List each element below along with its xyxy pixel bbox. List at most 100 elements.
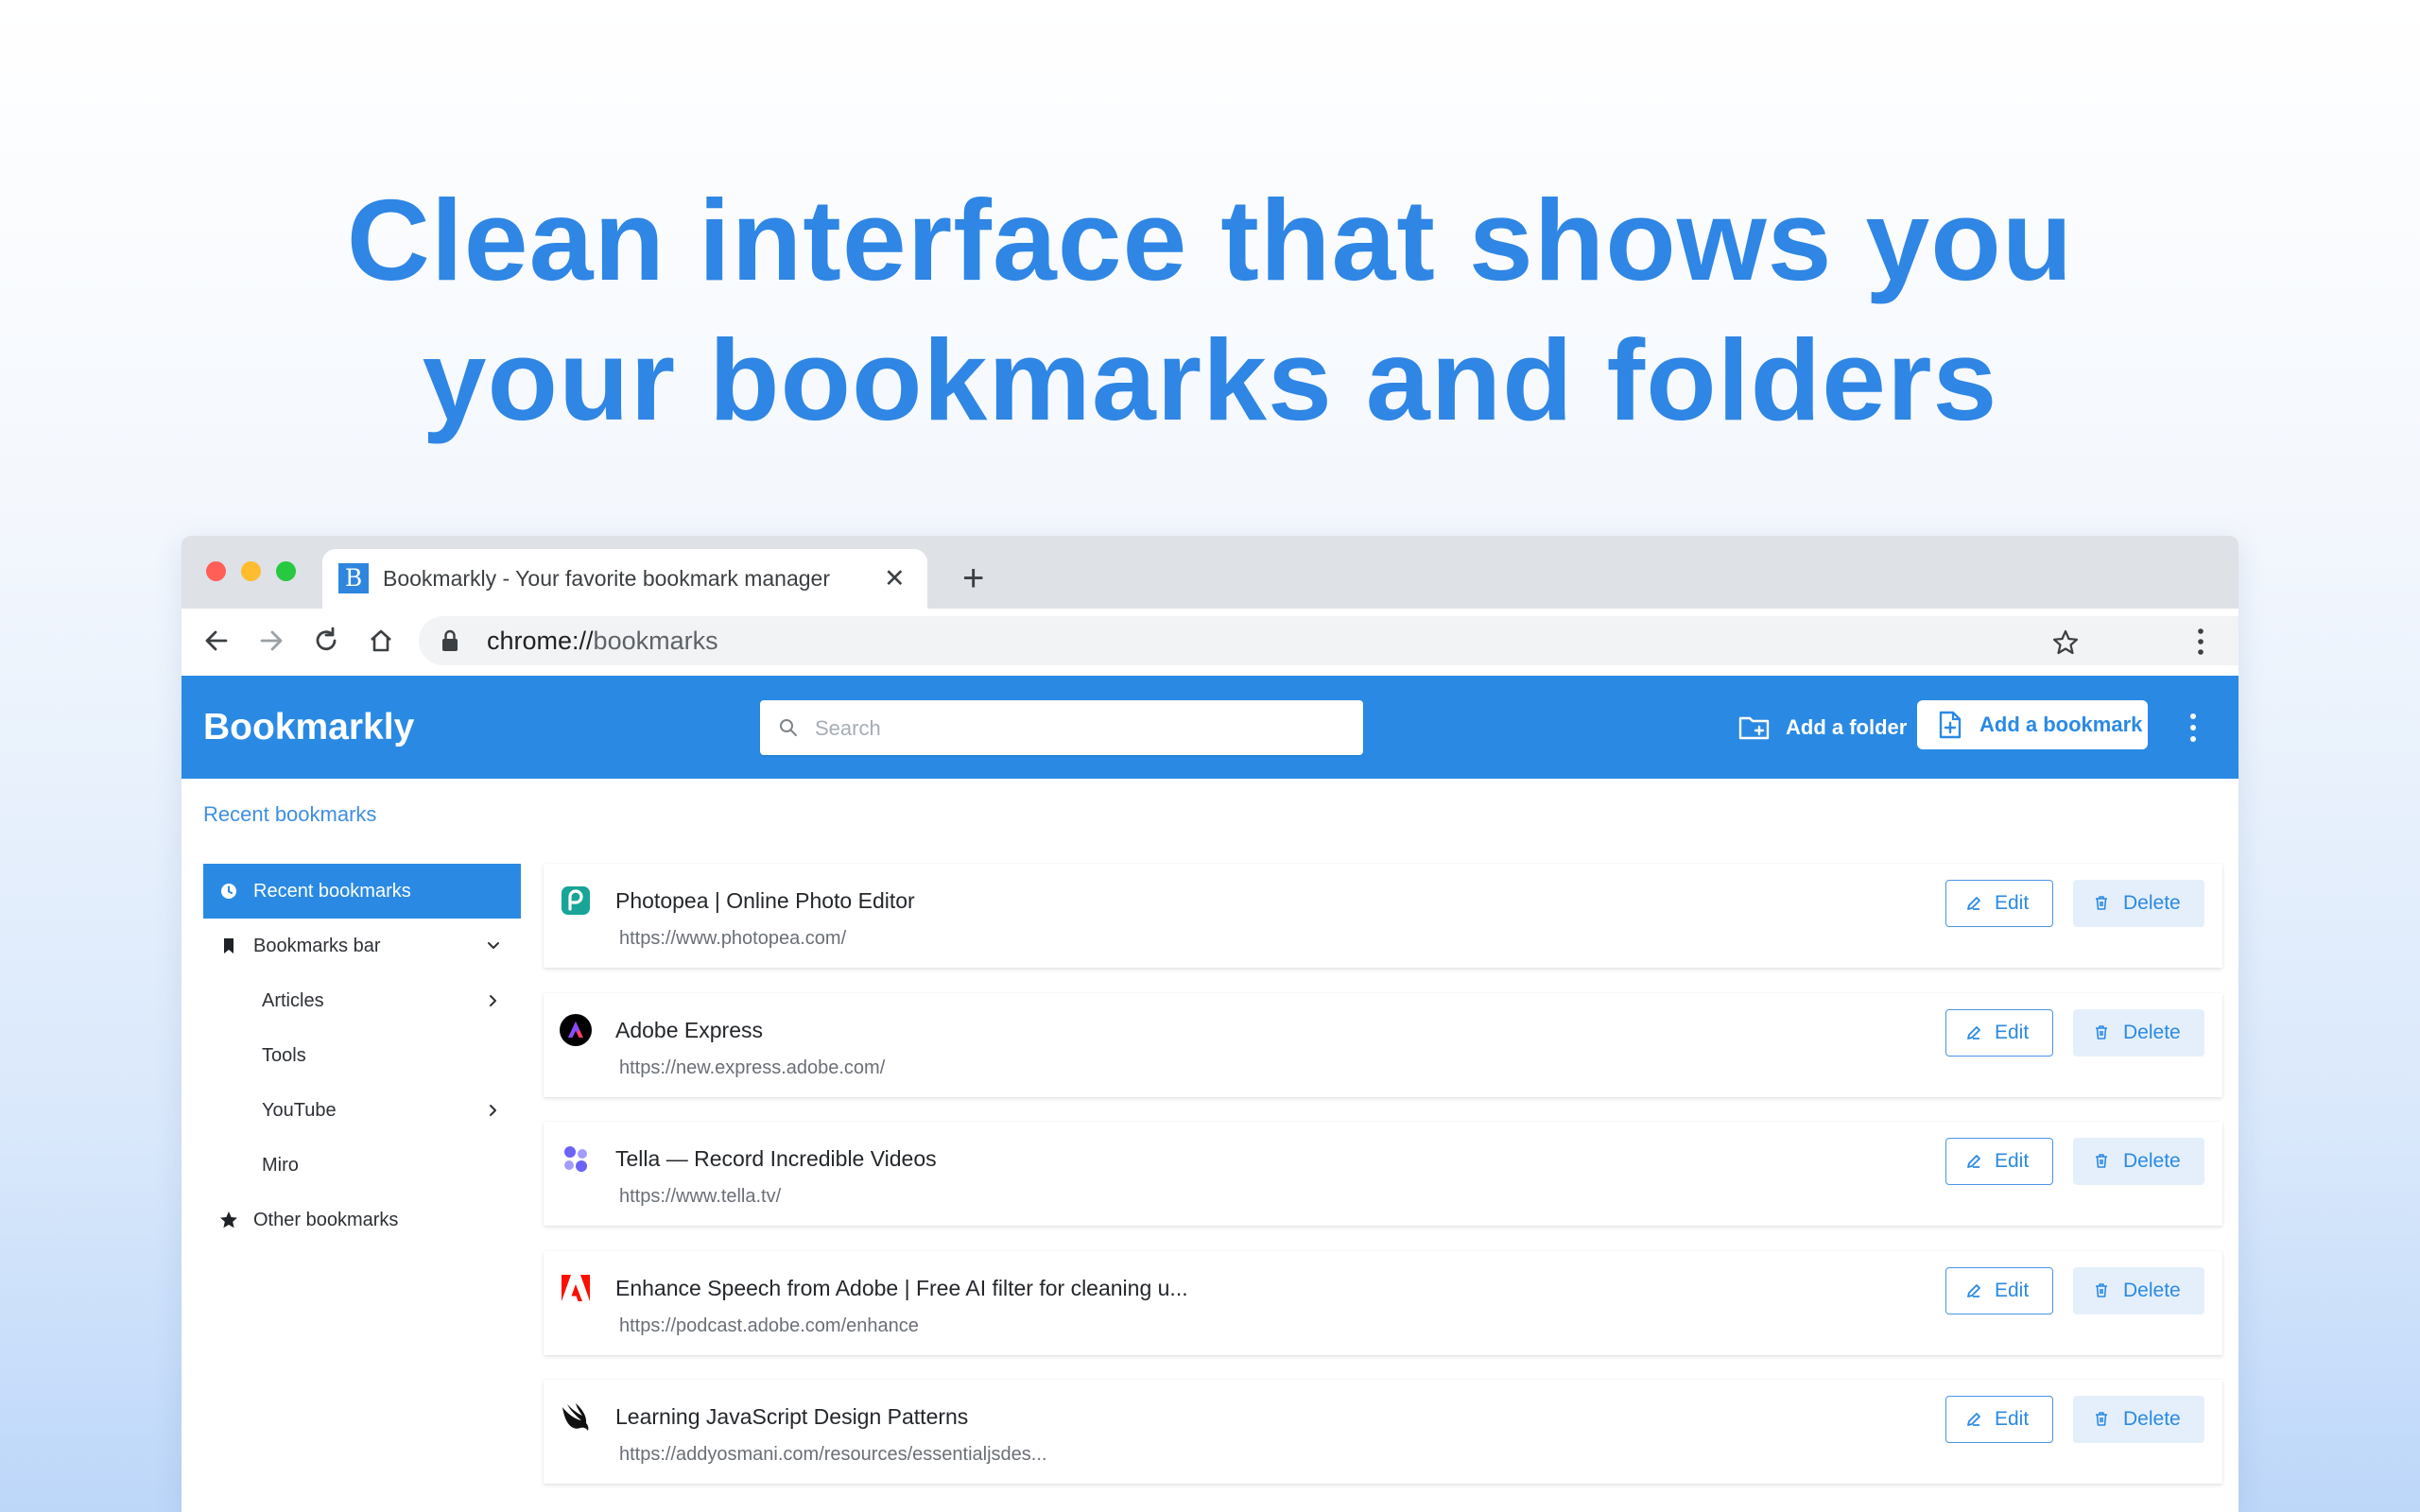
bookmark-list: Photopea | Online Photo Editor https://w…	[544, 864, 2222, 1509]
browser-toolbar: chrome://bookmarks	[182, 609, 2238, 677]
edit-button[interactable]: Edit	[1945, 1266, 2053, 1314]
bookmark-card[interactable]: Learning JavaScript Design Patterns http…	[544, 1380, 2222, 1484]
tab-title: Bookmarkly - Your favorite bookmark mana…	[383, 566, 830, 591]
delete-label: Delete	[2123, 892, 2181, 914]
lock-icon	[442, 629, 458, 651]
search-input[interactable]	[813, 700, 1346, 757]
sidebar-item-label: Tools	[262, 1045, 306, 1066]
sidebar-item-label: Articles	[262, 990, 324, 1011]
url-text: chrome://bookmarks	[487, 616, 718, 665]
breadcrumb[interactable]: Recent bookmarks	[203, 802, 376, 827]
sidebar-item-recent-bookmarks[interactable]: Recent bookmarks	[203, 864, 521, 919]
add-folder-button[interactable]: Add a folder	[1738, 700, 1907, 755]
add-bookmark-label: Add a bookmark	[1979, 713, 2143, 736]
trash-icon	[2096, 896, 2107, 910]
delete-button[interactable]: Delete	[2073, 1138, 2204, 1185]
edit-button[interactable]: Edit	[1945, 1138, 2053, 1185]
forward-arrow-icon[interactable]	[252, 622, 290, 660]
sidebar-item-label: Other bookmarks	[253, 1210, 399, 1230]
bookmark-title[interactable]: Photopea | Online Photo Editor	[615, 888, 915, 914]
tella-icon	[564, 1146, 587, 1172]
browser-tab-active[interactable]: B Bookmarkly - Your favorite bookmark ma…	[322, 549, 927, 609]
star-icon	[220, 1211, 237, 1228]
bookmark-star-icon[interactable]	[2051, 628, 2080, 657]
chevron-right-icon[interactable]	[483, 990, 504, 1011]
sidebar-item-label: Recent bookmarks	[253, 881, 411, 902]
add-folder-label: Add a folder	[1786, 715, 1908, 739]
reload-icon[interactable]	[307, 622, 345, 660]
edit-label: Edit	[1995, 892, 2030, 914]
bookmark-url: https://podcast.adobe.com/enhance	[619, 1314, 919, 1336]
app-brand[interactable]: Bookmarkly	[203, 676, 414, 779]
chevron-down-icon[interactable]	[483, 936, 504, 956]
delete-label: Delete	[2123, 1021, 2181, 1043]
bookmark-url: https://www.photopea.com/	[619, 928, 847, 949]
delete-label: Delete	[2123, 1150, 2181, 1172]
home-icon[interactable]	[362, 622, 400, 660]
headline-line-2: your bookmarks and folders	[422, 316, 1998, 444]
bookmark-title[interactable]: Learning JavaScript Design Patterns	[615, 1404, 968, 1430]
edit-button[interactable]: Edit	[1945, 1008, 2053, 1057]
bookmark-url: https://www.tella.tv/	[619, 1186, 782, 1207]
bookmark-card[interactable]: Tella — Record Incredible Videos https:/…	[544, 1122, 2222, 1226]
sidebar-item-label: Miro	[262, 1155, 299, 1176]
chevron-right-icon[interactable]	[483, 1100, 504, 1121]
sidebar-item-bookmarks-bar[interactable]: Bookmarks bar	[203, 919, 521, 973]
edit-icon	[1967, 1413, 1980, 1426]
bookmark-title[interactable]: Tella — Record Incredible Videos	[615, 1146, 937, 1172]
window-minimize-dot[interactable]	[241, 561, 261, 581]
delete-label: Delete	[2123, 1279, 2181, 1301]
delete-button[interactable]: Delete	[2073, 1396, 2204, 1443]
edit-button[interactable]: Edit	[1945, 1396, 2053, 1443]
delete-button[interactable]: Delete	[2073, 1008, 2204, 1057]
address-bar[interactable]: chrome://bookmarks	[419, 616, 2238, 665]
bookmark-url: https://new.express.adobe.com/	[619, 1057, 886, 1078]
adobe-express-icon	[560, 1013, 592, 1046]
bookmark-card[interactable]: Photopea | Online Photo Editor https://w…	[544, 864, 2222, 968]
trash-icon	[2096, 1282, 2107, 1297]
swift-bird-icon	[562, 1403, 589, 1431]
edit-label: Edit	[1995, 1408, 2030, 1430]
tab-close-icon[interactable]: ✕	[884, 549, 906, 609]
url-path: bookmarks	[593, 627, 718, 655]
url-scheme: chrome://	[487, 627, 594, 655]
window-zoom-dot[interactable]	[276, 561, 296, 581]
bookmark-title[interactable]: Adobe Express	[615, 1018, 763, 1043]
clock-icon	[221, 884, 236, 899]
trash-icon	[2096, 1154, 2107, 1168]
adobe-icon	[562, 1274, 590, 1301]
delete-label: Delete	[2123, 1408, 2181, 1430]
sidebar-item-other-bookmarks[interactable]: Other bookmarks	[203, 1193, 521, 1247]
bookmark-url: https://addyosmani.com/resources/essenti…	[619, 1444, 1047, 1465]
edit-label: Edit	[1995, 1021, 2030, 1043]
new-tab-icon[interactable]: +	[962, 549, 984, 609]
tab-strip: B Bookmarkly - Your favorite bookmark ma…	[182, 536, 2238, 609]
app-menu-icon[interactable]	[2184, 710, 2203, 746]
sidebar-item-articles[interactable]: Articles	[203, 973, 521, 1028]
bookmark-card[interactable]: Adobe Express https://new.express.adobe.…	[544, 992, 2222, 1097]
add-bookmark-button[interactable]: Add a bookmark	[1917, 700, 2148, 749]
sidebar-item-label: YouTube	[262, 1100, 337, 1121]
file-plus-icon	[1939, 711, 1962, 739]
delete-button[interactable]: Delete	[2073, 1266, 2204, 1314]
headline: Clean interface that shows you your book…	[0, 170, 2420, 450]
sidebar-item-miro[interactable]: Miro	[203, 1138, 521, 1193]
folder-plus-icon	[1738, 716, 1770, 740]
sidebar-item-tools[interactable]: Tools	[203, 1028, 521, 1083]
window-close-dot[interactable]	[206, 561, 226, 581]
trash-icon	[2096, 1412, 2107, 1426]
search-box[interactable]	[760, 700, 1363, 757]
delete-button[interactable]: Delete	[2073, 880, 2204, 927]
bookmark-title[interactable]: Enhance Speech from Adobe | Free AI filt…	[615, 1276, 1188, 1301]
edit-button[interactable]: Edit	[1945, 880, 2053, 927]
browser-menu-icon[interactable]	[2195, 626, 2206, 658]
edit-icon	[1967, 1025, 1980, 1040]
bookmark-icon	[224, 938, 233, 954]
trash-icon	[2096, 1024, 2107, 1040]
search-icon	[780, 719, 797, 736]
headline-line-1: Clean interface that shows you	[346, 176, 2074, 304]
sidebar-item-youtube[interactable]: YouTube	[203, 1083, 521, 1138]
bookmark-card[interactable]: Enhance Speech from Adobe | Free AI filt…	[544, 1250, 2222, 1355]
browser-window: B Bookmarkly - Your favorite bookmark ma…	[182, 536, 2238, 1512]
back-arrow-icon[interactable]	[198, 622, 235, 660]
